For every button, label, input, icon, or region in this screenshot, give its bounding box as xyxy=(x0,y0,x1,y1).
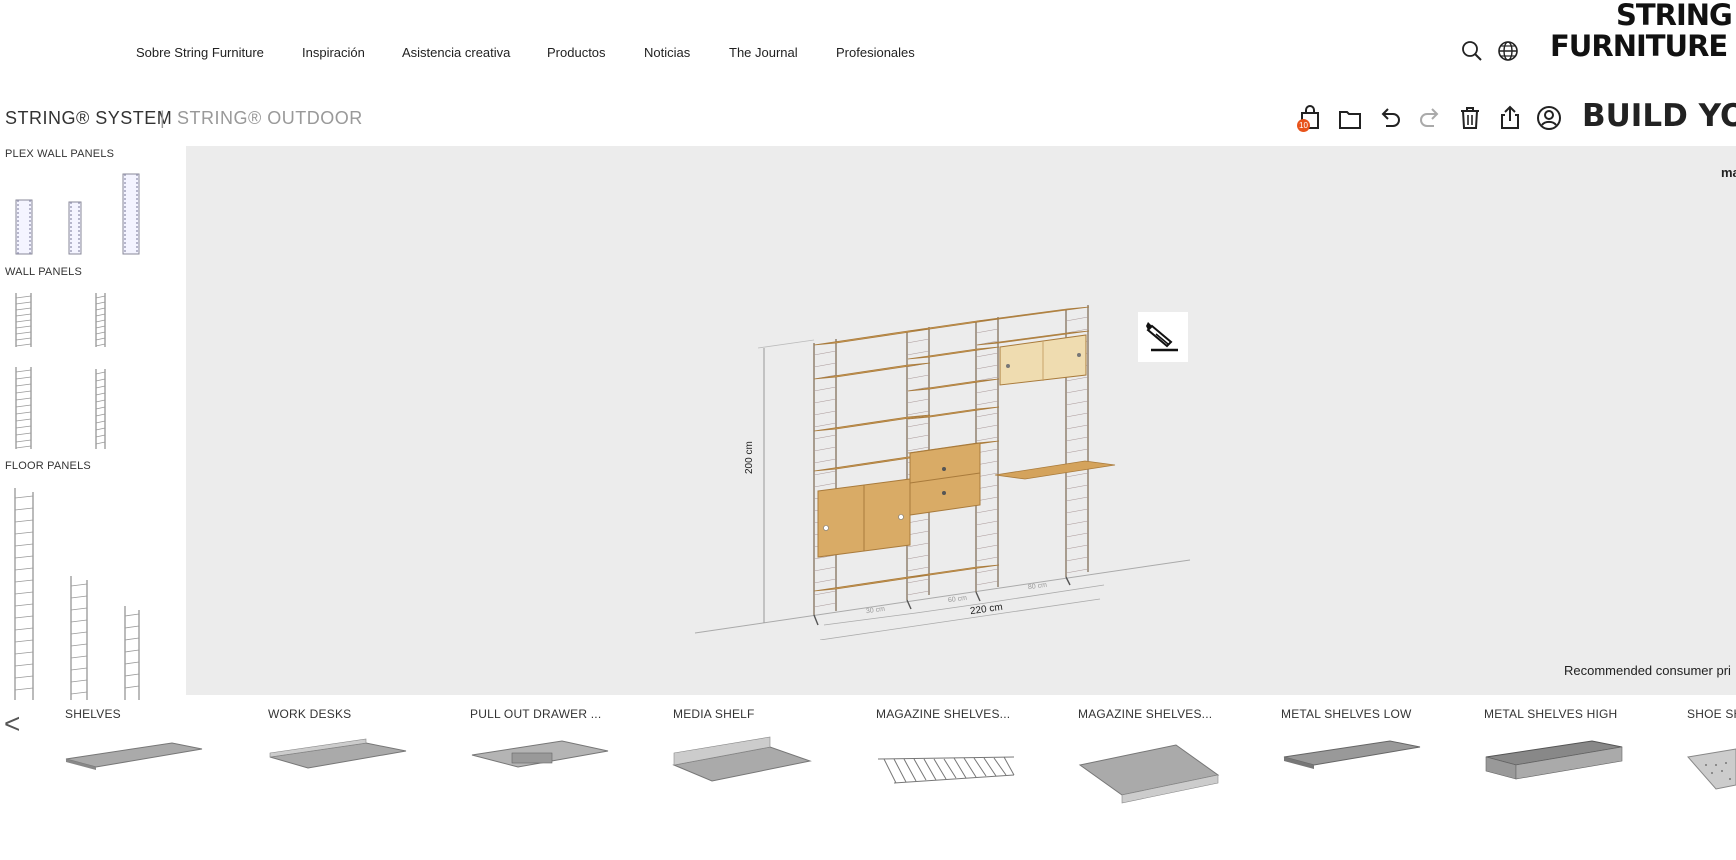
canvas-top-right-text: ma xyxy=(1721,165,1736,180)
shelving-3d-model[interactable] xyxy=(690,295,1200,640)
nav-creative-assistance[interactable]: Asistencia creativa xyxy=(402,45,510,60)
plex-panel-tall[interactable] xyxy=(121,172,143,256)
section-plex-wall-panels: PLEX WALL PANELS xyxy=(5,148,115,160)
section-floor-panels: FLOOR PANELS xyxy=(5,460,91,472)
share-icon[interactable] xyxy=(1496,104,1524,132)
nav-professionals[interactable]: Profesionales xyxy=(836,45,915,60)
product-label-magazine-shelves-2: MAGAZINE SHELVES... xyxy=(1078,707,1213,721)
plex-panel-small-1[interactable] xyxy=(14,198,36,256)
build-title: BUILD YOU xyxy=(1582,98,1736,134)
nav-about[interactable]: Sobre String Furniture xyxy=(136,45,264,60)
wall-panel-2[interactable] xyxy=(94,292,108,348)
product-label-media-shelf: MEDIA SHELF xyxy=(673,707,755,721)
product-label-magazine-shelves-1: MAGAZINE SHELVES... xyxy=(876,707,1011,721)
search-icon[interactable] xyxy=(1461,40,1483,62)
product-label-metal-shelves-low: METAL SHELVES LOW xyxy=(1281,707,1412,721)
plex-panel-small-2[interactable] xyxy=(67,200,85,256)
account-icon[interactable] xyxy=(1535,104,1563,132)
product-shoe-shelves[interactable] xyxy=(1686,735,1736,795)
trash-icon[interactable] xyxy=(1456,104,1484,132)
wall-panel-4[interactable] xyxy=(94,368,108,450)
section-wall-panels: WALL PANELS xyxy=(5,266,82,278)
brand-logo[interactable]: STRING FURNITURE xyxy=(1550,0,1736,62)
floor-panel-low[interactable] xyxy=(122,604,142,702)
undo-icon[interactable] xyxy=(1376,104,1404,132)
logo-line1: STRING xyxy=(1616,0,1733,32)
product-label-shoe-shelves: SHOE SH xyxy=(1687,707,1736,721)
product-magazine-shelves-solid[interactable] xyxy=(1076,735,1220,815)
nav-news[interactable]: Noticias xyxy=(644,45,690,60)
redo-icon[interactable] xyxy=(1416,104,1444,132)
edit-button[interactable] xyxy=(1138,312,1188,362)
logo-line2: FURNITURE xyxy=(1550,29,1728,63)
dim-height-label: 200 cm xyxy=(744,441,755,474)
tab-divider: | xyxy=(160,108,166,128)
product-label-work-desks: WORK DESKS xyxy=(268,707,352,721)
product-label-metal-shelves-high: METAL SHELVES HIGH xyxy=(1484,707,1618,721)
product-pull-out-drawer[interactable] xyxy=(468,735,612,775)
nav-journal[interactable]: The Journal xyxy=(729,45,798,60)
product-media-shelf[interactable] xyxy=(670,735,814,791)
products-prev-button[interactable]: < xyxy=(4,708,20,740)
product-shelves[interactable] xyxy=(62,735,206,775)
product-metal-shelves-high[interactable] xyxy=(1482,735,1626,785)
product-label-pull-out-drawer: PULL OUT DRAWER ... xyxy=(470,707,602,721)
cart-badge: 10 xyxy=(1297,119,1310,132)
nav-products[interactable]: Productos xyxy=(547,45,606,60)
wall-panel-3[interactable] xyxy=(14,366,34,450)
product-magazine-shelves-wire[interactable] xyxy=(874,735,1018,791)
nav-inspiration[interactable]: Inspiración xyxy=(302,45,365,60)
tab-string-system[interactable]: STRING® SYSTEM xyxy=(5,108,172,129)
floor-panel-tall[interactable] xyxy=(12,486,38,702)
wall-panel-1[interactable] xyxy=(14,292,34,348)
globe-icon[interactable] xyxy=(1497,40,1519,62)
folder-icon[interactable] xyxy=(1336,104,1364,132)
floor-panel-medium[interactable] xyxy=(68,574,90,702)
pencil-icon xyxy=(1146,322,1178,352)
product-label-shelves: SHELVES xyxy=(65,707,121,721)
cart-count: 10 xyxy=(1299,121,1308,130)
price-note: Recommended consumer pri xyxy=(1564,663,1731,678)
product-work-desks[interactable] xyxy=(266,735,410,775)
tab-string-outdoor[interactable]: STRING® OUTDOOR xyxy=(177,108,363,129)
product-metal-shelves-low[interactable] xyxy=(1280,735,1424,775)
